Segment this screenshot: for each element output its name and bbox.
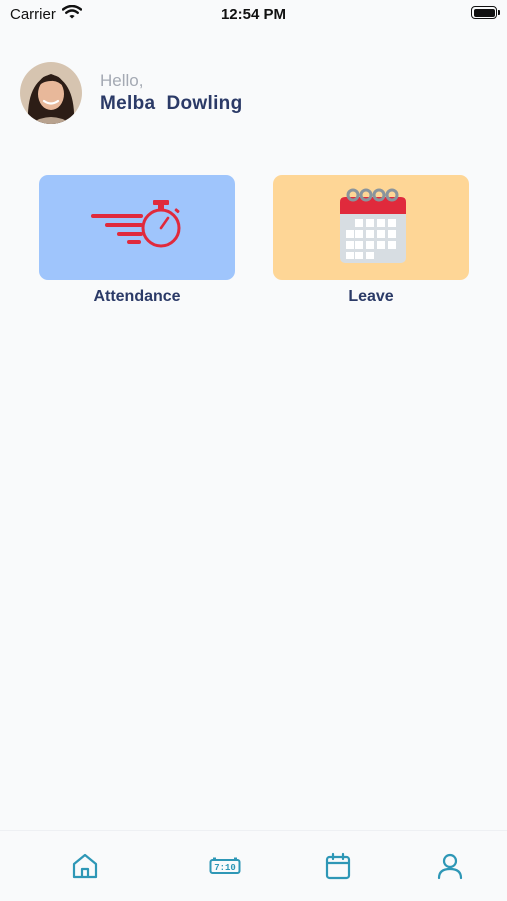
nav-attendance-button[interactable]: 7:10 (208, 849, 242, 883)
nav-clock-display: 7:10 (214, 863, 236, 873)
greeting-hello: Hello, (100, 71, 144, 90)
profile-icon (437, 853, 463, 880)
nav-calendar-button[interactable] (321, 849, 355, 883)
attendance-clock-icon: 7:10 (209, 857, 241, 874)
nav-profile-button[interactable] (433, 849, 467, 883)
status-time: 12:54 PM (220, 6, 287, 23)
bottom-nav: 7:10 (0, 830, 507, 901)
nav-home-button[interactable] (68, 849, 102, 883)
leave-tile[interactable] (273, 175, 469, 280)
attendance-tile[interactable] (39, 175, 235, 280)
calendar-icon (325, 852, 351, 880)
battery-icon (471, 6, 500, 19)
attendance-label[interactable]: Attendance (39, 288, 235, 306)
calendar-icon (340, 188, 406, 263)
status-bar: Carrier 12:54 PM (0, 0, 507, 30)
stopwatch-icon (91, 200, 181, 248)
avatar[interactable] (20, 62, 82, 124)
user-name: Melba Dowling (100, 93, 243, 114)
home-icon (72, 853, 98, 879)
leave-label[interactable]: Leave (273, 288, 469, 306)
